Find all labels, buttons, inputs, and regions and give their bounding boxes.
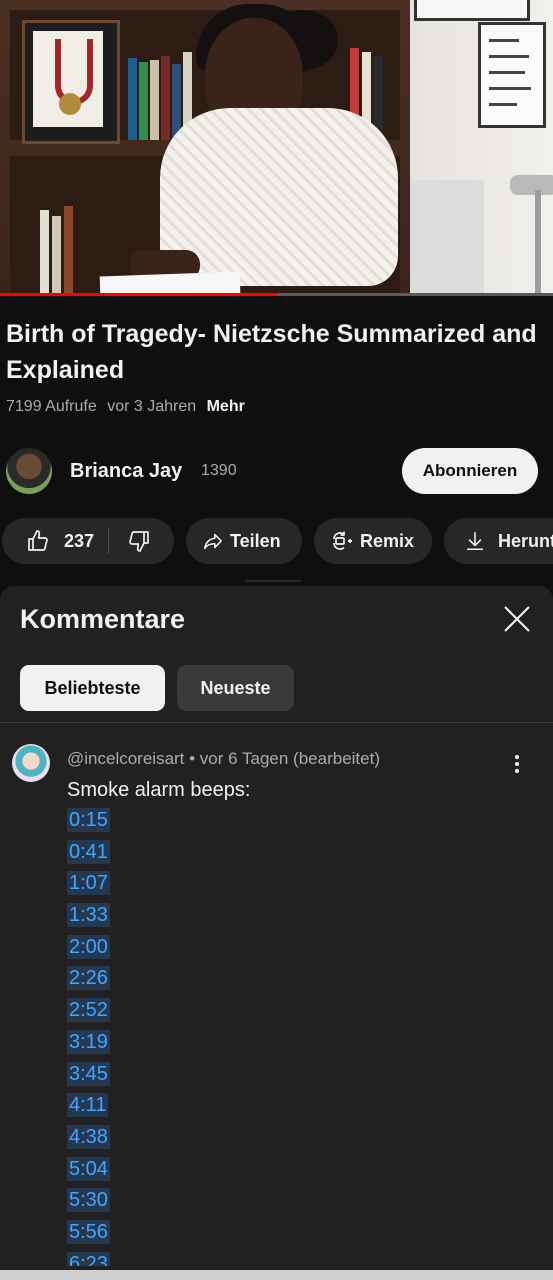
view-count: 7199 Aufrufe [6, 398, 97, 415]
cabinet [400, 180, 484, 296]
video-player[interactable] [0, 0, 553, 296]
like-button[interactable]: 237 [2, 518, 108, 564]
thumbs-down-icon [129, 531, 149, 552]
share-label: Teilen [230, 530, 281, 551]
dislike-button[interactable] [109, 518, 171, 564]
remix-icon [333, 531, 352, 550]
timestamp-link[interactable]: 4:38 [67, 1124, 110, 1149]
award-plaque [22, 20, 120, 144]
lamp [510, 175, 553, 195]
timestamp-link[interactable]: 4:11 [67, 1093, 109, 1118]
download-label: Herunt [498, 530, 553, 551]
share-button[interactable]: Teilen [186, 518, 302, 564]
timestamp-link[interactable]: 2:26 [67, 966, 110, 991]
action-bar: 237 Teilen Remix Herunt [0, 518, 553, 566]
timestamp-link[interactable]: 6:23 [67, 1251, 110, 1266]
share-icon [203, 533, 223, 550]
tab-newest[interactable]: Neueste [177, 665, 294, 711]
like-count: 237 [64, 530, 95, 551]
comment-avatar[interactable] [12, 744, 50, 782]
more-vert-icon[interactable] [505, 752, 529, 776]
like-dislike-group: 237 [2, 518, 174, 564]
tab-top-comments[interactable]: Beliebteste [20, 665, 165, 711]
comments-title: Kommentare [20, 604, 186, 634]
timestamp-link[interactable]: 5:30 [67, 1188, 110, 1213]
channel-row: Brianca Jay 1390 Abonnieren [0, 446, 553, 496]
timestamp-link[interactable]: 1:07 [67, 871, 110, 896]
thumbs-up-icon [28, 530, 48, 551]
timestamp-link[interactable]: 3:45 [67, 1061, 110, 1086]
more-link[interactable]: Mehr [207, 398, 245, 415]
bottom-edge [0, 1270, 553, 1280]
close-icon[interactable] [500, 602, 534, 636]
timestamp-link[interactable]: 2:00 [67, 934, 110, 959]
remix-button[interactable]: Remix [314, 518, 432, 564]
divider [0, 722, 553, 723]
comment-text: Smoke alarm beeps: [67, 779, 251, 801]
download-button[interactable]: Herunt [444, 518, 553, 564]
timestamp-link[interactable]: 1:33 [67, 903, 110, 928]
video-title: Birth of Tragedy- Nietzsche Summarized a… [6, 320, 537, 384]
wall-poster [478, 22, 546, 128]
subscribe-button[interactable]: Abonnieren [402, 448, 538, 494]
subscriber-count: 1390 [201, 462, 237, 479]
timestamp-list: 0:15 0:41 1:07 1:33 2:00 2:26 2:52 3:19 3:45 4:11… [67, 808, 127, 1266]
timestamp-link[interactable]: 5:04 [67, 1156, 110, 1181]
channel-avatar[interactable] [6, 448, 52, 494]
progress-bar[interactable] [0, 293, 553, 296]
video-meta: 7199 Aufrufe vor 3 Jahren Mehr [6, 398, 251, 416]
comments-panel: Kommentare Beliebteste Neueste @incelcor… [0, 586, 553, 1280]
comment-header[interactable]: @incelcoreisart • vor 6 Tagen (bearbeite… [67, 749, 380, 769]
timestamp-link[interactable]: 5:56 [67, 1219, 110, 1244]
timestamp-link[interactable]: 2:52 [67, 998, 110, 1023]
timestamp-link[interactable]: 0:41 [67, 839, 110, 864]
remix-label: Remix [360, 530, 415, 551]
drag-handle[interactable] [245, 580, 301, 582]
wall-frame [414, 0, 530, 21]
upload-age: vor 3 Jahren [107, 398, 197, 415]
progress-fill [0, 293, 277, 296]
timestamp-link[interactable]: 3:19 [67, 1029, 110, 1054]
timestamp-link[interactable]: 0:15 [67, 808, 110, 832]
download-icon [466, 531, 484, 551]
channel-name[interactable]: Brianca Jay [70, 460, 182, 483]
